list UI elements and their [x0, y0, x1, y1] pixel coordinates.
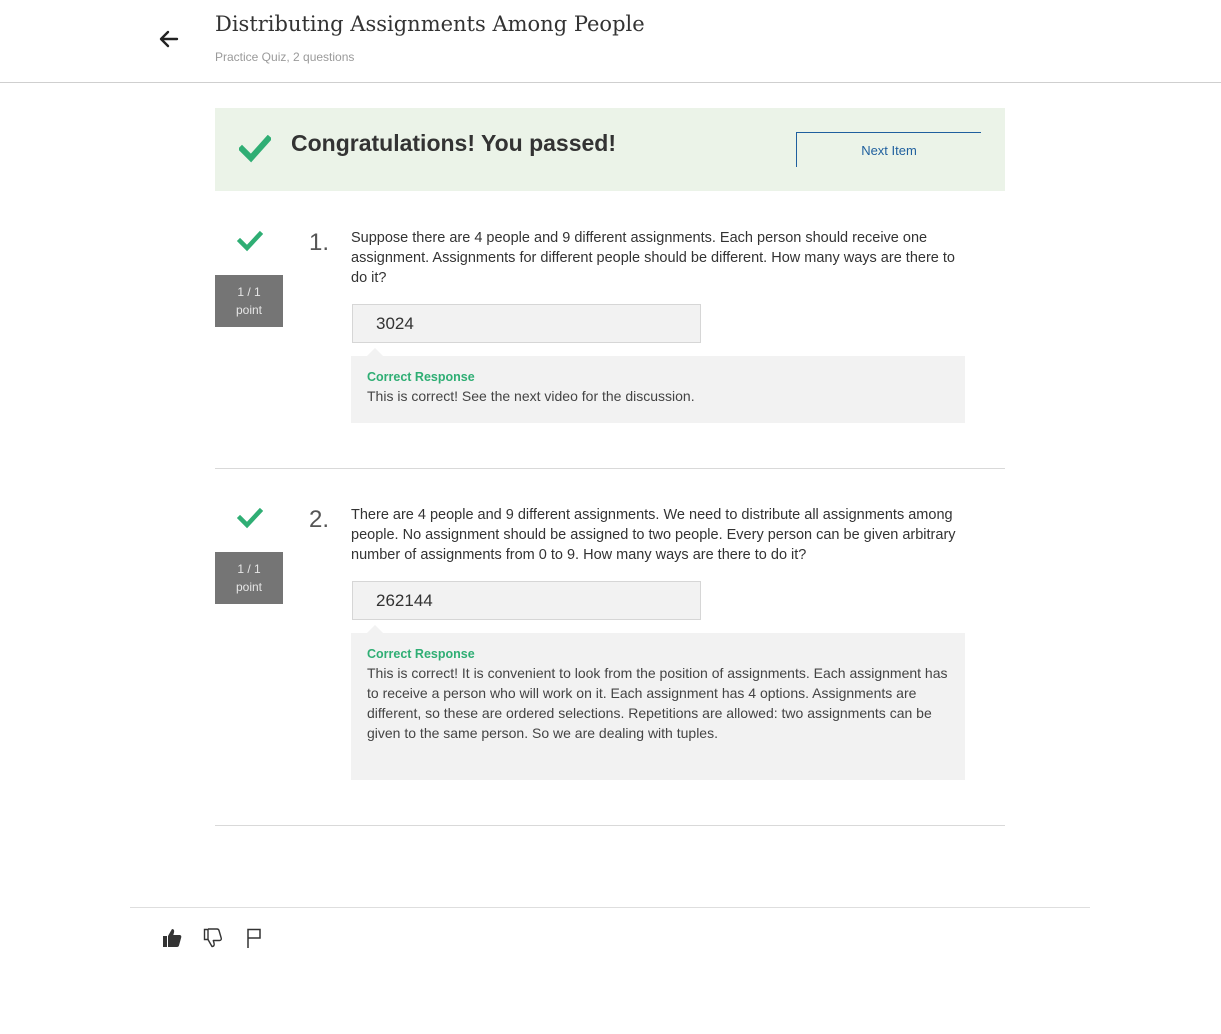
- answer-field[interactable]: 3024: [352, 304, 701, 343]
- feedback-actions: [160, 924, 266, 952]
- page-header: Distributing Assignments Among People Pr…: [0, 0, 1221, 83]
- feedback-text: This is correct! It is convenient to loo…: [367, 665, 948, 741]
- checkmark-icon: [237, 507, 263, 529]
- checkmark-icon: [237, 230, 263, 252]
- page-subtitle: Practice Quiz, 2 questions: [215, 50, 355, 64]
- thumbs-up-icon: [163, 929, 182, 947]
- points-badge: 1 / 1 point: [215, 275, 283, 327]
- passed-banner: Congratulations! You passed! Next Item: [215, 108, 1005, 191]
- points-score: 1 / 1: [237, 562, 261, 576]
- feedback-text: This is correct! See the next video for …: [367, 388, 695, 404]
- arrow-left-icon: [159, 30, 179, 48]
- feedback-title: Correct Response: [367, 370, 475, 384]
- question-number: 1.: [309, 229, 330, 256]
- checkmark-icon: [239, 135, 271, 163]
- like-button[interactable]: [160, 924, 184, 952]
- points-badge: 1 / 1 point: [215, 552, 283, 604]
- footer-divider: [130, 907, 1090, 908]
- feedback-title: Correct Response: [367, 647, 475, 661]
- feedback-box: Correct Response This is correct! It is …: [351, 625, 965, 780]
- dislike-button[interactable]: [201, 924, 225, 952]
- next-item-button[interactable]: Next Item: [796, 132, 981, 167]
- points-unit: point: [235, 303, 263, 317]
- back-button[interactable]: [152, 22, 186, 56]
- question-divider: [215, 825, 1005, 826]
- thumbs-down-icon: [203, 928, 223, 948]
- feedback-box: Correct Response This is correct! See th…: [351, 348, 965, 423]
- question-text: There are 4 people and 9 different assig…: [351, 507, 956, 563]
- question-number: 2.: [309, 506, 330, 533]
- page-title: Distributing Assignments Among People: [215, 12, 645, 36]
- report-button[interactable]: [242, 924, 266, 952]
- points-score: 1 / 1: [237, 285, 261, 299]
- question-divider: [215, 468, 1005, 469]
- points-unit: point: [235, 580, 263, 594]
- answer-field[interactable]: 262144: [352, 581, 701, 620]
- banner-message: Congratulations! You passed!: [291, 130, 617, 156]
- flag-icon: [247, 928, 261, 948]
- question-text: Suppose there are 4 people and 9 differe…: [351, 230, 955, 286]
